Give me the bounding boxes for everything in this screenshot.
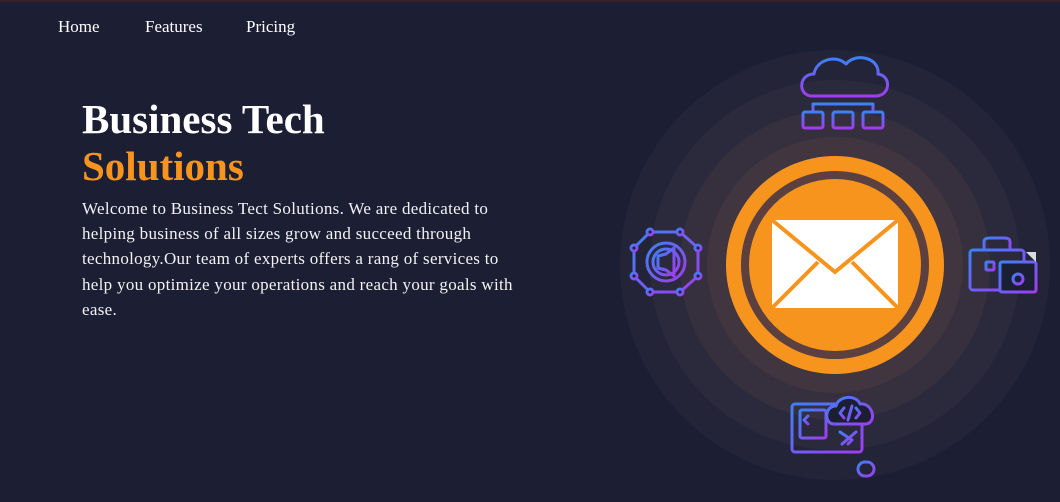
hero-description: Welcome to Business Tect Solutions. We a… (82, 199, 513, 319)
hero-illustration (600, 40, 1060, 500)
nav-features-link[interactable]: Features (145, 17, 203, 37)
hero-section: Business Tech Solutions Welcome to Busin… (82, 96, 542, 322)
illustration-svg (620, 50, 1050, 480)
main-nav: Home Features Pricing (0, 0, 600, 56)
hero-title: Business Tech (82, 96, 325, 142)
hero-title-highlight: Solutions (82, 143, 244, 189)
nav-pricing-link[interactable]: Pricing (246, 17, 295, 37)
nav-home-link[interactable]: Home (58, 17, 100, 37)
envelope-icon (726, 156, 944, 374)
